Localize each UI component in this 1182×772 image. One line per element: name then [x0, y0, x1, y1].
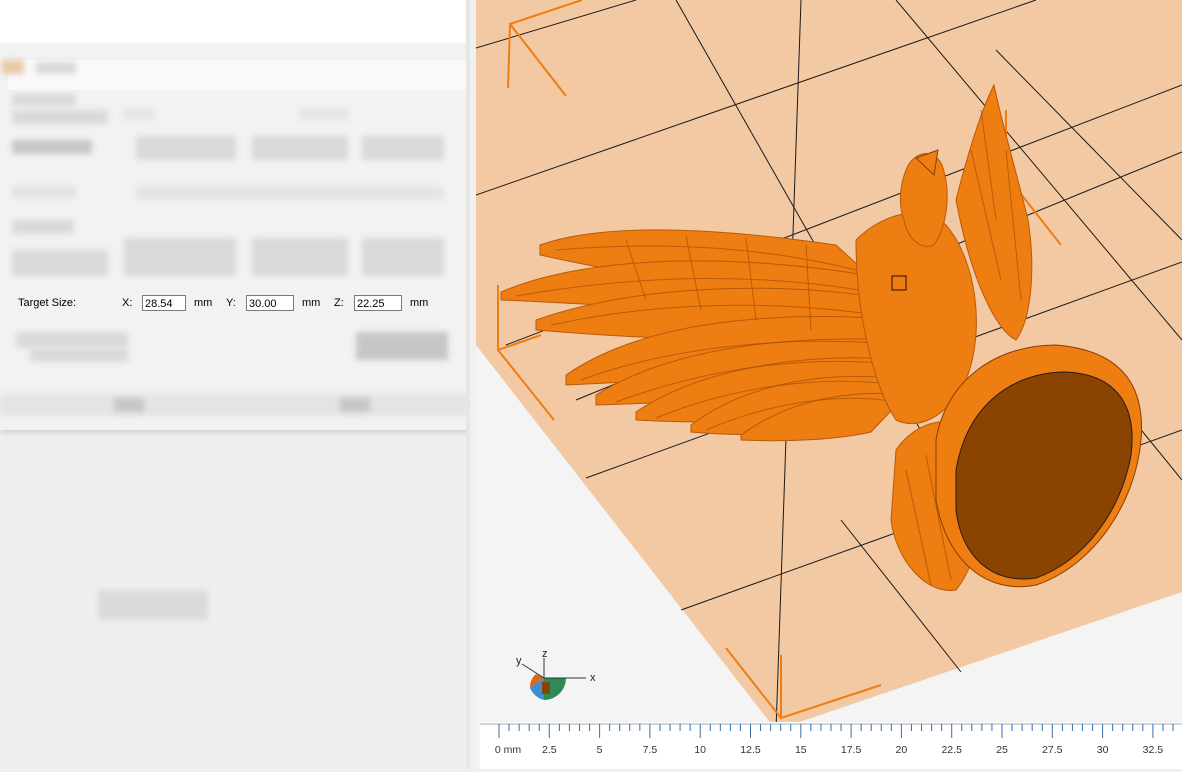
- ruler-label: 32.5: [1142, 744, 1164, 756]
- blurred-button[interactable]: [356, 332, 448, 360]
- target-size-row: Target Size: X: 28.54 mm Y: 30.00 mm Z: …: [18, 293, 458, 313]
- blurred-field: [12, 140, 92, 154]
- scale-dialog: Target Size: X: 28.54 mm Y: 30.00 mm Z: …: [0, 44, 470, 430]
- blurred-footer-item: [114, 398, 144, 412]
- blurred-label: [12, 94, 76, 106]
- ruler-label: 10: [694, 744, 707, 756]
- blurred-checkbox-row: [16, 332, 128, 348]
- blurred-field: [252, 238, 348, 276]
- x-size-input[interactable]: 28.54: [142, 295, 186, 311]
- y-size-input[interactable]: 30.00: [246, 295, 294, 311]
- blurred-title-text: [36, 62, 76, 74]
- blurred-icon: [2, 60, 24, 74]
- blurred-checkbox-row: [30, 348, 128, 362]
- gizmo-y-label: y: [516, 655, 522, 667]
- 3d-viewport[interactable]: y z x: [476, 0, 1182, 769]
- z-label: Z:: [334, 297, 344, 309]
- ruler-label: 22.5: [941, 744, 962, 756]
- panel-divider: [466, 0, 470, 769]
- ruler-ticks: [480, 723, 1182, 738]
- ruler-label: 27.5: [1042, 744, 1063, 756]
- left-panel: Target Size: X: 28.54 mm Y: 30.00 mm Z: …: [0, 0, 470, 769]
- z-unit-label: mm: [410, 297, 429, 309]
- gizmo-z-label: z: [542, 648, 548, 660]
- ruler-label: 5: [596, 744, 603, 756]
- ruler-label: 15: [794, 744, 807, 756]
- z-size-input[interactable]: 22.25: [354, 295, 402, 311]
- ruler-label: 25: [996, 744, 1008, 756]
- blurred-field: [362, 238, 444, 276]
- blurred-label: [300, 108, 348, 120]
- y-unit-label: mm: [302, 297, 321, 309]
- dialog-titlebar: [8, 60, 468, 90]
- blurred-label: [12, 220, 74, 234]
- blurred-row: [136, 186, 444, 200]
- blurred-label: [124, 108, 154, 120]
- blurred-row: [12, 110, 108, 124]
- measurement-ruler: 0 mm 2.5 5 7.5 10 12.5 15 17.5 20 22.5 25 27.5 30 32.…: [480, 722, 1182, 769]
- blurred-field: [12, 250, 108, 276]
- ruler-label: 20: [895, 744, 908, 756]
- ruler-label: 30: [1096, 744, 1109, 756]
- blurred-footer: [0, 394, 470, 416]
- ruler-label: 2.5: [541, 744, 557, 756]
- blurred-footer-item: [340, 398, 370, 412]
- axis-gizmo: y z x: [506, 648, 606, 704]
- blurred-field: [252, 136, 348, 160]
- x-label: X:: [122, 297, 133, 309]
- x-unit-label: mm: [194, 297, 213, 309]
- ruler-label: 12.5: [740, 744, 761, 756]
- gizmo-x-label: x: [590, 672, 596, 684]
- blurred-row: [12, 186, 76, 198]
- y-label: Y:: [226, 297, 236, 309]
- target-size-label: Target Size:: [18, 297, 77, 309]
- ruler-label: 0 mm: [494, 744, 522, 756]
- left-top-bar: [0, 0, 470, 44]
- ruler-label: 7.5: [642, 744, 658, 756]
- ruler-label: 17.5: [840, 744, 862, 756]
- blurred-field: [136, 136, 236, 160]
- blurred-field: [362, 136, 444, 160]
- blurred-field: [124, 238, 236, 276]
- blurred-button[interactable]: [98, 590, 208, 620]
